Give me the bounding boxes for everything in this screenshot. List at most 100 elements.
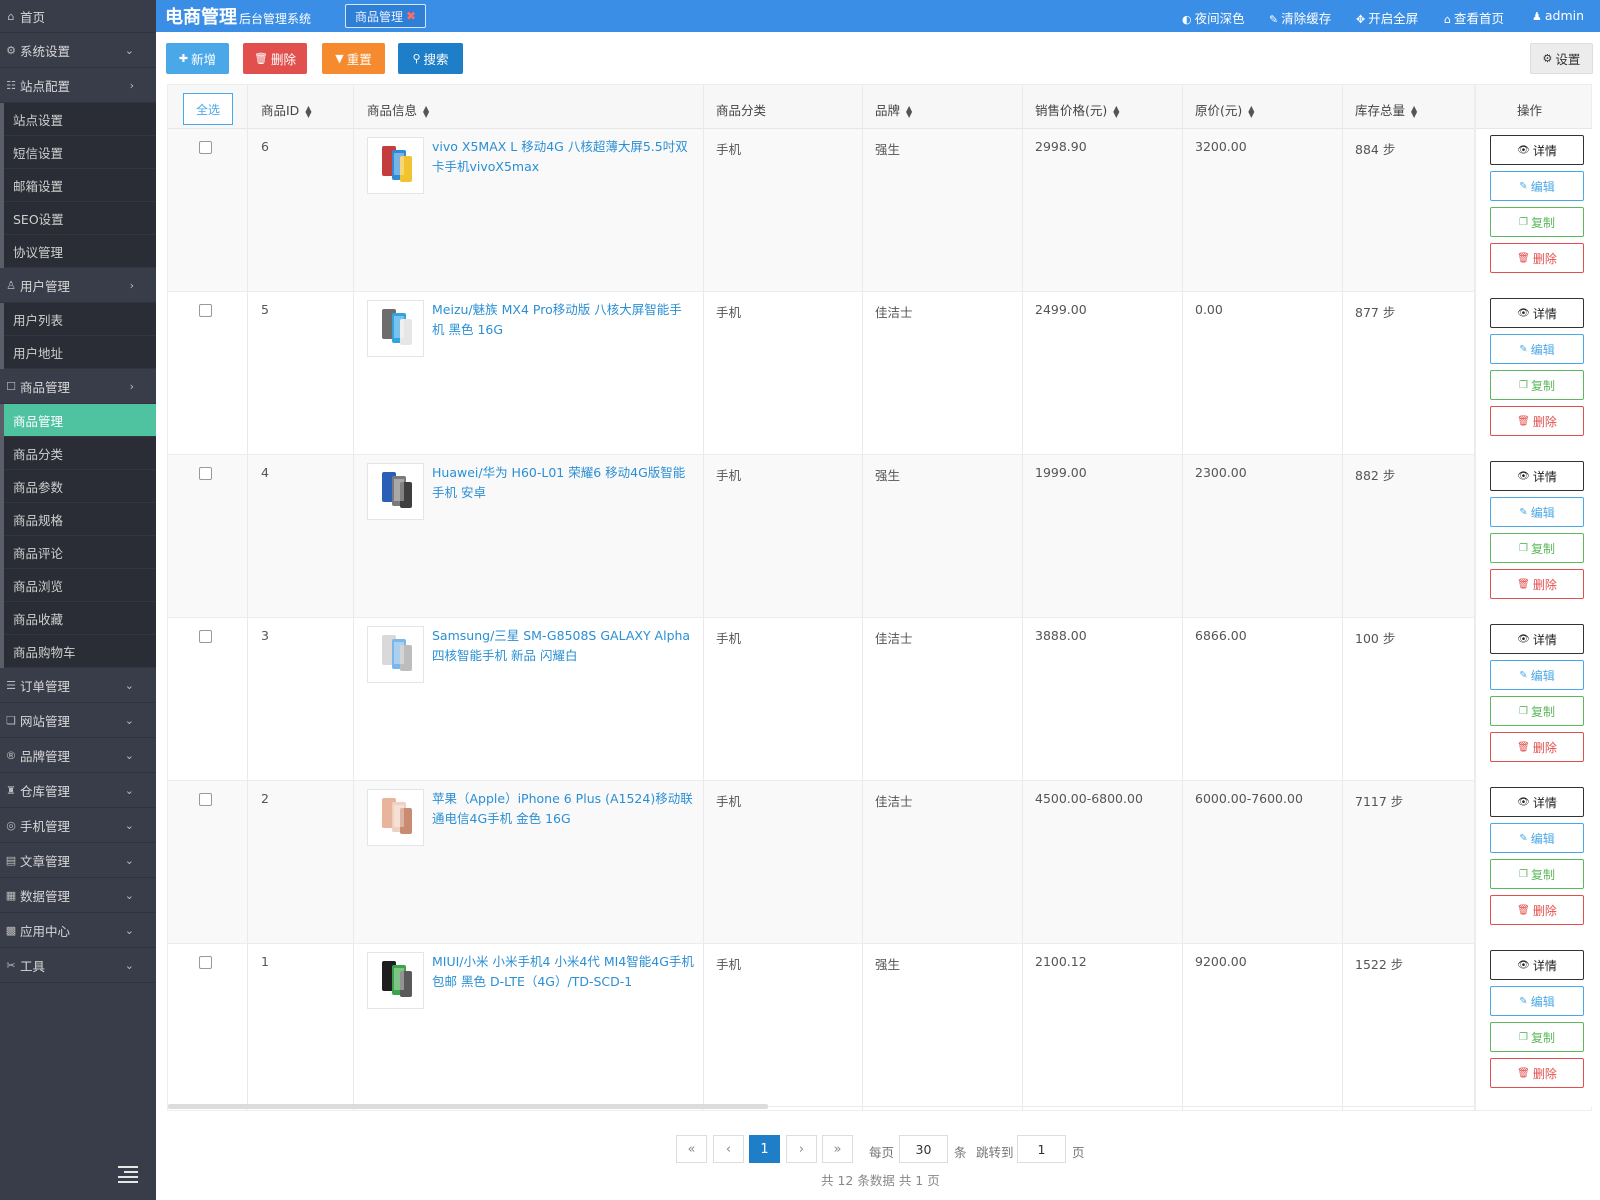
sidebar-subitem-goods-favorites[interactable]: 商品收藏 [4, 602, 156, 635]
product-thumbnail[interactable] [367, 626, 424, 683]
product-name-link[interactable]: Samsung/三星 SM-G8508S GALAXY Alpha四核智能手机 … [432, 626, 694, 666]
sidebar-item-site[interactable]: ☷ 站点配置 › [0, 68, 156, 103]
detail-button[interactable]: 👁 详情 [1490, 135, 1584, 165]
clear-cache-link[interactable]: ✎ 清除缓存 [1269, 8, 1331, 27]
menu-toggle-icon[interactable] [118, 1166, 138, 1183]
row-checkbox[interactable] [199, 141, 212, 154]
reset-button[interactable]: ▼ 重置 [322, 43, 385, 74]
edit-button[interactable]: ✎ 编辑 [1490, 171, 1584, 201]
pagination-first-button[interactable]: « [676, 1135, 707, 1163]
sidebar-subitem-seo-settings[interactable]: SEO设置 [4, 202, 156, 235]
sidebar-subitem-goods-comments[interactable]: 商品评论 [4, 536, 156, 569]
sidebar-subitem-email-settings[interactable]: 邮箱设置 [4, 169, 156, 202]
view-homepage-link[interactable]: ⌂ 查看首页 [1444, 8, 1504, 27]
sidebar-subitem-site-settings[interactable]: 站点设置 [4, 103, 156, 136]
night-mode-link[interactable]: ◐ 夜间深色 [1182, 8, 1245, 27]
select-all-button[interactable]: 全选 [183, 93, 233, 125]
row-checkbox[interactable] [199, 467, 212, 480]
user-menu[interactable]: ♟ admin [1532, 8, 1584, 23]
product-name-link[interactable]: MIUI/小米 小米手机4 小米4代 MI4智能4G手机包邮 黑色 D-LTE（… [432, 952, 694, 992]
row-checkbox[interactable] [199, 956, 212, 969]
pagination-last-button[interactable]: » [822, 1135, 853, 1163]
column-header-stock[interactable]: 库存总量 ▲ ▼ [1355, 100, 1417, 119]
sidebar-item-article[interactable]: ▤ 文章管理 ⌄ [0, 843, 156, 878]
product-thumbnail[interactable] [367, 300, 424, 357]
sidebar-item-data[interactable]: ▦ 数据管理 ⌄ [0, 878, 156, 913]
sidebar-item-apps[interactable]: ▩ 应用中心 ⌄ [0, 913, 156, 948]
copy-button[interactable]: ❐ 复制 [1490, 533, 1584, 563]
copy-button[interactable]: ❐ 复制 [1490, 1022, 1584, 1052]
product-name-link[interactable]: Meizu/魅族 MX4 Pro移动版 八核大屏智能手机 黑色 16G [432, 300, 694, 340]
sidebar-subitem-agreement[interactable]: 协议管理 [4, 235, 156, 268]
row-checkbox[interactable] [199, 630, 212, 643]
edit-button[interactable]: ✎ 编辑 [1490, 497, 1584, 527]
product-thumbnail[interactable] [367, 789, 424, 846]
column-header-brand[interactable]: 品牌 ▲ ▼ [875, 100, 912, 119]
sidebar-item-goods[interactable]: ☐ 商品管理 › [0, 369, 156, 404]
column-header-info[interactable]: 商品信息 ▲ ▼ [367, 100, 429, 119]
delete-button[interactable]: 🗑 删除 [1490, 1058, 1584, 1088]
sidebar-item-warehouse[interactable]: ♜ 仓库管理 ⌄ [0, 773, 156, 808]
tab-goods-management[interactable]: 商品管理 ✖ [345, 4, 427, 28]
product-thumbnail[interactable] [367, 463, 424, 520]
sidebar-subitem-goods-params[interactable]: 商品参数 [4, 470, 156, 503]
edit-button[interactable]: ✎ 编辑 [1490, 823, 1584, 853]
product-name-link[interactable]: Huawei/华为 H60-L01 荣耀6 移动4G版智能手机 安卓 [432, 463, 694, 503]
sidebar-subitem-goods-specs[interactable]: 商品规格 [4, 503, 156, 536]
column-header-id[interactable]: 商品ID ▲ ▼ [261, 100, 311, 119]
column-header-original[interactable]: 原价(元) ▲ ▼ [1195, 100, 1254, 119]
product-name-link[interactable]: vivo X5MAX L 移动4G 八核超薄大屏5.5吋双卡手机vivoX5ma… [432, 137, 694, 177]
sidebar-subitem-user-list[interactable]: 用户列表 [4, 303, 156, 336]
copy-button[interactable]: ❐ 复制 [1490, 370, 1584, 400]
row-checkbox[interactable] [199, 793, 212, 806]
detail-button[interactable]: 👁 详情 [1490, 298, 1584, 328]
row-checkbox[interactable] [199, 304, 212, 317]
sidebar-item-home[interactable]: ⌂ 首页 [0, 0, 156, 33]
copy-button[interactable]: ❐ 复制 [1490, 696, 1584, 726]
column-header-price[interactable]: 销售价格(元) ▲ ▼ [1035, 100, 1119, 119]
sidebar-item-user[interactable]: ♙ 用户管理 › [0, 268, 156, 303]
sidebar-item-tools[interactable]: ✂ 工具 ⌄ [0, 948, 156, 983]
sidebar-item-website[interactable]: ❏ 网站管理 ⌄ [0, 703, 156, 738]
product-name-link[interactable]: 苹果（Apple）iPhone 6 Plus (A1524)移动联通电信4G手机… [432, 789, 694, 829]
delete-button[interactable]: 🗑 删除 [1490, 243, 1584, 273]
sidebar-item-order[interactable]: ☰ 订单管理 ⌄ [0, 668, 156, 703]
sidebar-subitem-sms-settings[interactable]: 短信设置 [4, 136, 156, 169]
sidebar-item-system[interactable]: ⚙ 系统设置 ⌄ [0, 33, 156, 68]
delete-button[interactable]: 🗑 删除 [1490, 406, 1584, 436]
batch-delete-button[interactable]: 🗑 删除 [243, 43, 307, 74]
delete-button[interactable]: 🗑 删除 [1490, 569, 1584, 599]
delete-button[interactable]: 🗑 删除 [1490, 732, 1584, 762]
sidebar-item-phone[interactable]: ◎ 手机管理 ⌄ [0, 808, 156, 843]
detail-button[interactable]: 👁 详情 [1490, 787, 1584, 817]
per-page-input[interactable] [899, 1135, 948, 1163]
copy-button[interactable]: ❐ 复制 [1490, 859, 1584, 889]
edit-button[interactable]: ✎ 编辑 [1490, 334, 1584, 364]
pagination-prev-button[interactable]: ‹ [713, 1135, 744, 1163]
user-icon: ♟ [1532, 10, 1542, 23]
sidebar-subitem-goods-views[interactable]: 商品浏览 [4, 569, 156, 602]
search-button[interactable]: ⚲ 搜索 [398, 43, 463, 74]
delete-button[interactable]: 🗑 删除 [1490, 895, 1584, 925]
close-icon[interactable]: ✖ [406, 9, 416, 23]
horizontal-scrollbar[interactable] [168, 1104, 768, 1109]
detail-button[interactable]: 👁 详情 [1490, 624, 1584, 654]
table-settings-button[interactable]: ⚙ 设置 [1530, 43, 1593, 74]
sidebar-subitem-goods-cart[interactable]: 商品购物车 [4, 635, 156, 668]
pagination-next-button[interactable]: › [786, 1135, 817, 1163]
edit-button[interactable]: ✎ 编辑 [1490, 660, 1584, 690]
fullscreen-link[interactable]: ✥ 开启全屏 [1356, 8, 1418, 27]
edit-button[interactable]: ✎ 编辑 [1490, 986, 1584, 1016]
jump-to-page-input[interactable] [1017, 1135, 1066, 1163]
copy-button[interactable]: ❐ 复制 [1490, 207, 1584, 237]
product-thumbnail[interactable] [367, 137, 424, 194]
detail-button[interactable]: 👁 详情 [1490, 950, 1584, 980]
detail-button[interactable]: 👁 详情 [1490, 461, 1584, 491]
product-thumbnail[interactable] [367, 952, 424, 1009]
sidebar-subitem-user-address[interactable]: 用户地址 [4, 336, 156, 369]
sidebar-subitem-goods-list[interactable]: 商品管理 [4, 404, 156, 437]
pagination-page-1[interactable]: 1 [749, 1135, 780, 1163]
sidebar-subitem-goods-category[interactable]: 商品分类 [4, 437, 156, 470]
sidebar-item-brand[interactable]: ® 品牌管理 ⌄ [0, 738, 156, 773]
add-button[interactable]: ✚ 新增 [166, 43, 229, 74]
